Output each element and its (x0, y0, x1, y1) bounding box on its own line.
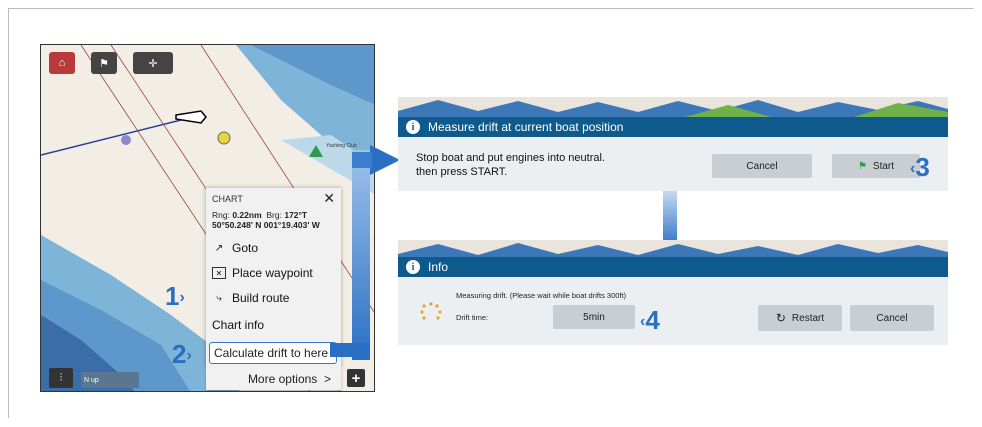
start-button[interactable]: ⚑ Start (832, 154, 920, 178)
goto-icon: ↗ (214, 242, 224, 254)
menu-coordinates: Rng: 0.22nm Brg: 172°T 50°50.248' N 001°… (212, 210, 320, 230)
button-label: Start (872, 160, 895, 172)
step-marker-1: 1› (165, 281, 185, 311)
rng-label: Rng: (212, 210, 230, 220)
measure-drift-titlebar: i Measure drift at current boat position (398, 117, 948, 137)
plus-icon[interactable]: + (347, 369, 365, 387)
spinner-icon (420, 302, 442, 320)
waypoint-flag-icon[interactable]: ⚑ (91, 52, 117, 74)
menu-item-label: Chart info (212, 318, 265, 332)
menu-item-label: Build route (232, 291, 290, 305)
restart-icon: ↻ (775, 311, 786, 325)
cancel-button[interactable]: Cancel (712, 154, 812, 178)
dialog-title: Info (428, 260, 449, 274)
waypoint-icon: ✕ (212, 267, 226, 279)
menu-header: CHART (212, 194, 243, 204)
crosshair-icon[interactable]: ✛ (133, 52, 173, 74)
step-marker-3: ‹3 (910, 152, 930, 182)
info-icon: i (406, 260, 420, 274)
menu-item-goto[interactable]: ↗ Goto (212, 241, 258, 255)
menu-item-place-waypoint[interactable]: ✕ Place waypoint (212, 266, 313, 280)
brg-value: 172°T (284, 210, 308, 220)
message-line-1: Stop boat and put engines into neutral. (416, 152, 605, 164)
flag-icon: ⚑ (857, 160, 867, 172)
chart-screen[interactable]: ⌂ ⚑ ✛ Yachting Club CHART ✕ Rng: 0.22nm … (40, 44, 375, 392)
button-label: Cancel (876, 312, 908, 324)
menu-item-label: Goto (232, 241, 259, 255)
rng-value: 0.22nm (232, 210, 262, 220)
step-marker-4: ‹4 (640, 305, 660, 335)
drift-time-selector[interactable]: 5min (553, 305, 635, 329)
dialog-title: Measure drift at current boat position (428, 120, 624, 134)
measure-drift-panel: i Measure drift at current boat position… (398, 97, 948, 191)
menu-item-calculate-drift[interactable]: Calculate drift to here (209, 342, 337, 364)
menu-item-build-route[interactable]: ⤷ Build route (212, 291, 289, 305)
message-line-2: then press START. (416, 166, 508, 178)
info-icon: i (406, 120, 420, 134)
button-label: Cancel (746, 160, 778, 172)
chart-context-menu: CHART ✕ Rng: 0.22nm Brg: 172°T 50°50.248… (206, 188, 341, 368)
drift-status: Measuring drift. (Please wait while boat… (456, 291, 627, 300)
step-marker-2: 2› (172, 339, 192, 369)
menu-item-label: Calculate drift to here (214, 346, 329, 360)
drift-time-label: Drift time: (456, 313, 489, 322)
sliders-icon[interactable]: ⫶ (49, 368, 73, 388)
chevron-right-icon: > (323, 372, 331, 386)
panel-map-strip (398, 97, 948, 119)
dialog-message: Stop boat and put engines into neutral. … (416, 151, 605, 179)
cancel-button[interactable]: Cancel (850, 305, 934, 331)
latitude: 50°50.248' N (212, 220, 262, 230)
orientation-label: N up (81, 372, 139, 388)
menu-item-chart-info[interactable]: Chart info (212, 318, 264, 332)
drift-time-value: 5min (583, 311, 605, 323)
menu-item-label: Place waypoint (232, 266, 313, 280)
brg-label: Brg: (266, 210, 282, 220)
menu-item-label: More options (247, 372, 318, 386)
route-icon: ⤷ (216, 292, 222, 304)
restart-button[interactable]: ↻ Restart (758, 305, 842, 331)
info-titlebar: i Info (398, 257, 948, 277)
button-label: Restart (791, 312, 825, 324)
info-panel: i Info Measuring drift. (Please wait whi… (398, 240, 948, 345)
menu-item-more-options[interactable]: More options > (206, 368, 341, 390)
longitude: 001°19.403' W (263, 220, 320, 230)
home-icon[interactable]: ⌂ (49, 52, 75, 74)
